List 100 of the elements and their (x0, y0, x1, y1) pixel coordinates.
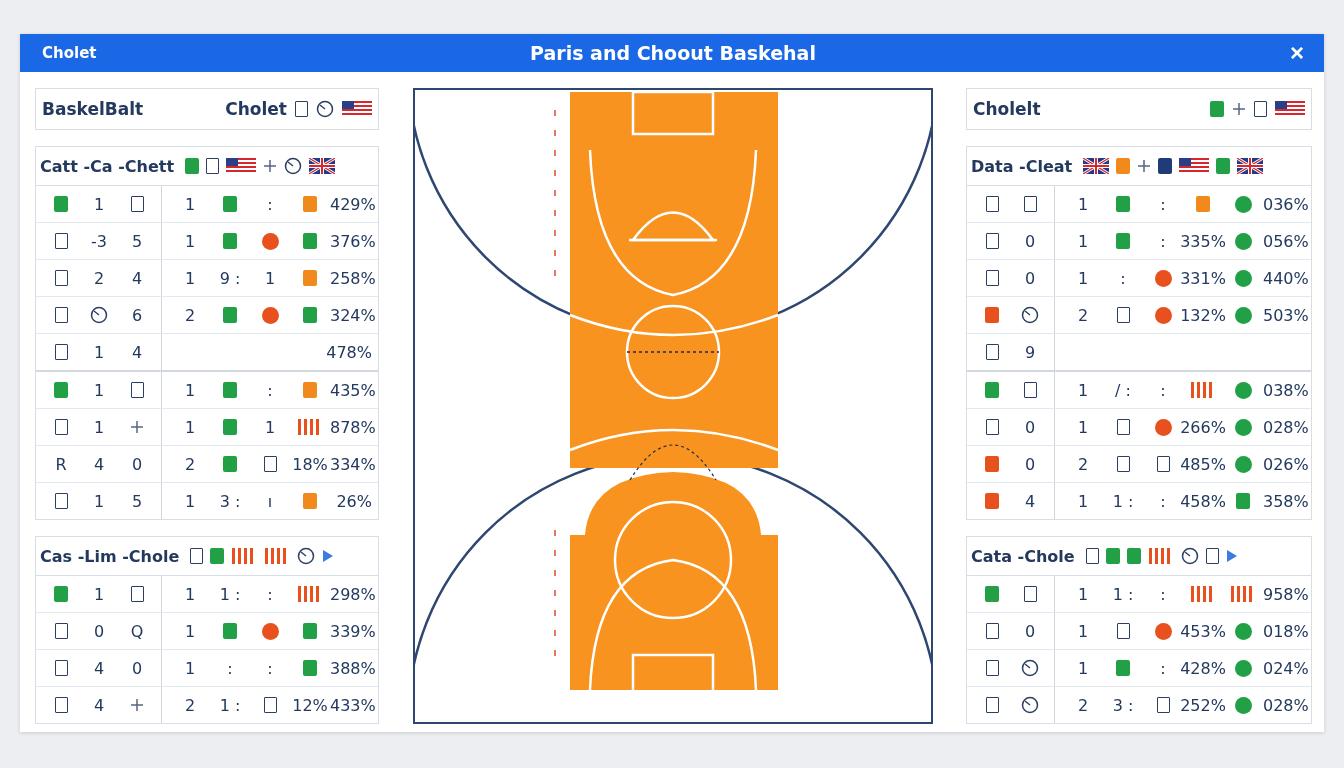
table-title: Cata -Chole (971, 546, 1075, 566)
square-outline-icon (54, 419, 68, 435)
cell-value: 056% (1263, 231, 1309, 251)
cell-value: 429% (330, 194, 376, 214)
cell-value: 12% (292, 695, 328, 715)
cell-value: 028% (1263, 695, 1309, 715)
square-outline-icon (985, 697, 999, 713)
dial-icon (1180, 547, 1199, 565)
square-outline-icon (54, 233, 68, 249)
cell-value: 428% (1180, 658, 1226, 678)
cell-value: 339% (330, 621, 376, 641)
cell-value: 458% (1180, 491, 1226, 511)
cell-value: 376% (330, 231, 376, 251)
cell-value: 028% (1263, 417, 1309, 437)
dial-icon (1021, 696, 1039, 714)
card-title: Cholelt (973, 99, 1042, 119)
cell-value: 1 (184, 231, 196, 251)
square-outline-icon (54, 623, 68, 639)
cell-value: 358% (1263, 491, 1309, 511)
cell-value: 4 (1024, 491, 1036, 511)
cell-value: 252% (1180, 695, 1226, 715)
square-outline-icon (206, 158, 220, 174)
dial-icon (316, 100, 334, 118)
cell-value: 1 (1077, 380, 1089, 400)
cell-value: 1 (184, 417, 196, 437)
plus-icon (130, 420, 144, 434)
square-outline-icon (130, 196, 144, 212)
cell-value: 1 (184, 584, 196, 604)
square-outline-icon (295, 101, 308, 117)
table-title: Catt -Ca -Chett (40, 156, 175, 176)
cell-value: Q (130, 621, 144, 641)
square-outline-icon (985, 270, 999, 286)
cell-value: 453% (1180, 621, 1226, 641)
square-outline-icon (263, 697, 277, 713)
cell-value: 1 (1077, 491, 1089, 511)
cell-value: 2 (184, 454, 196, 474)
cell-value: 298% (330, 584, 376, 604)
cell-value: : (227, 658, 233, 678)
square-outline-icon (1085, 548, 1099, 564)
cell-value: ı (267, 491, 273, 511)
square-outline-icon (1156, 697, 1170, 713)
cell-value: 1 : (1112, 584, 1134, 604)
square-outline-icon (1023, 586, 1037, 602)
cell-value: 036% (1263, 194, 1309, 214)
play-icon[interactable] (322, 550, 335, 562)
card-title: BaskelBalt (42, 99, 145, 119)
cell-value: : (267, 380, 273, 400)
cell-value: 0 (1024, 268, 1036, 288)
cell-value: : (1160, 194, 1166, 214)
cell-value: : (267, 658, 273, 678)
cell-value: 1 (184, 194, 196, 214)
plus-icon (1137, 159, 1152, 173)
play-icon[interactable] (1225, 550, 1238, 562)
cell-value: 1 (93, 491, 105, 511)
cell-value: 1 (184, 621, 196, 641)
square-outline-icon (985, 196, 999, 212)
cell-value: 266% (1180, 417, 1226, 437)
cell-value: 0 (131, 658, 143, 678)
square-outline-icon (985, 233, 999, 249)
square-outline-icon (54, 307, 68, 323)
cell-value: 26% (336, 491, 372, 511)
square-outline-icon (190, 548, 204, 564)
square-outline-icon (130, 382, 144, 398)
square-outline-icon (54, 697, 68, 713)
close-button[interactable]: × (1104, 39, 1304, 67)
cell-value: 1 (1077, 584, 1089, 604)
cell-value: 018% (1263, 621, 1309, 641)
cell-value: 1 (1077, 268, 1089, 288)
square-outline-icon (1116, 623, 1130, 639)
cell-value: 9 (1024, 342, 1036, 362)
cell-value: 485% (1180, 454, 1226, 474)
cell-value: 1 (264, 417, 276, 437)
cell-value: 1 (184, 380, 196, 400)
cell-value: : (267, 194, 273, 214)
cell-value: 334% (330, 454, 376, 474)
cell-value: 2 (93, 268, 105, 288)
cell-value: 6 (131, 305, 143, 325)
plus-icon (1232, 102, 1246, 116)
cell-value: 4 (93, 695, 105, 715)
cell-value: 038% (1263, 380, 1309, 400)
cell-value: : (1160, 658, 1166, 678)
cell-value: 2 (1077, 695, 1089, 715)
cell-value: 0 (1024, 417, 1036, 437)
cell-value: 18% (292, 454, 328, 474)
cell-value: 1 (1077, 417, 1089, 437)
cell-value: 9 : (219, 268, 241, 288)
cell-value: 331% (1180, 268, 1226, 288)
cell-value: 1 (264, 268, 276, 288)
flag-icon (1179, 158, 1210, 174)
cell-value: 1 (1077, 231, 1089, 251)
cell-value: 5 (131, 231, 143, 251)
plus-icon (130, 698, 144, 712)
cell-value: : (1160, 380, 1166, 400)
square-outline-icon (1116, 419, 1130, 435)
cell-value: 1 (184, 491, 196, 511)
table-title: Data -Cleat (971, 156, 1073, 176)
cell-value: 388% (330, 658, 376, 678)
dial-icon (297, 547, 316, 565)
cell-value: 0 (1024, 454, 1036, 474)
square-outline-icon (54, 344, 68, 360)
